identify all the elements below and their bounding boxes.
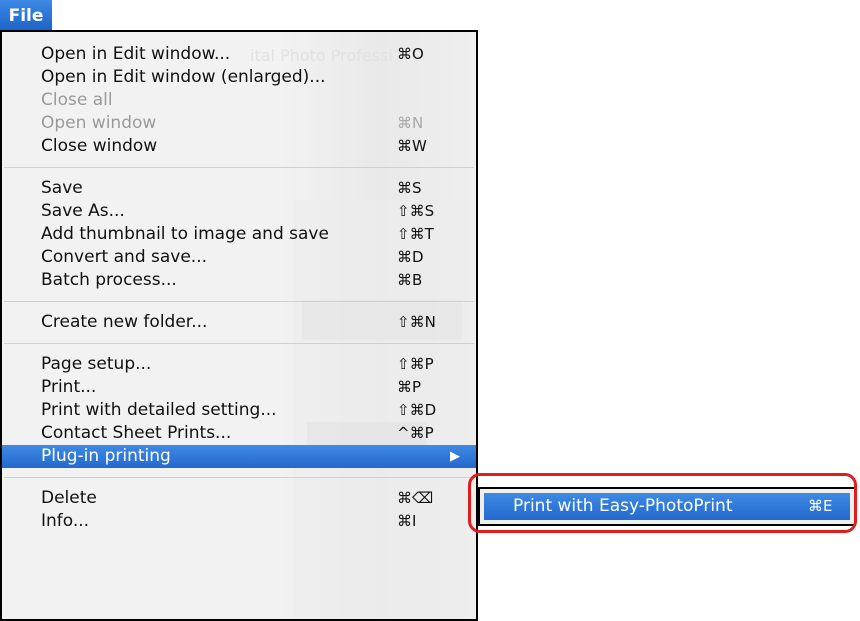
menu-item-label: Print with Easy-PhotoPrint: [513, 496, 733, 516]
menu-separator: [2, 158, 476, 177]
menu-item-label: Close window: [41, 136, 158, 156]
menu-item-label: Print with detailed setting...: [41, 400, 277, 420]
menu-item-shortcut: ⌘I: [397, 512, 417, 530]
menu-item-shortcut: ⌘B: [397, 271, 423, 289]
menu-separator: [2, 334, 476, 353]
menu-item-shortcut: ⇧⌘T: [397, 225, 434, 243]
file-menu: ital Photo Professi Open in Edit window.…: [0, 30, 478, 621]
menu-item-open-window: Open window ⌘N: [2, 112, 476, 135]
menu-item-label: Contact Sheet Prints...: [41, 423, 232, 443]
menu-item-print[interactable]: Print... ⌘P: [2, 376, 476, 399]
menu-item-label: Batch process...: [41, 270, 177, 290]
file-menu-title[interactable]: File: [0, 0, 52, 30]
menu-item-shortcut: ⌘S: [397, 179, 422, 197]
menu-item-plug-in-printing[interactable]: Plug-in printing ▶: [2, 445, 476, 468]
menu-item-open-in-edit-window[interactable]: Open in Edit window... ⌘O: [2, 43, 476, 66]
menu-item-label: Close all: [41, 90, 113, 110]
menu-item-label: Add thumbnail to image and save: [41, 224, 329, 244]
menu-item-save-as[interactable]: Save As... ⇧⌘S: [2, 200, 476, 223]
menu-item-label: Info...: [41, 511, 90, 531]
menu-item-page-setup[interactable]: Page setup... ⇧⌘P: [2, 353, 476, 376]
submenu-arrow-icon: ▶: [450, 449, 460, 464]
menu-item-shortcut: ⌘N: [397, 114, 424, 132]
menu-item-shortcut: ⌘D: [397, 248, 424, 266]
menu-item-close-all: Close all: [2, 89, 476, 112]
menu-item-label: Open window: [41, 113, 157, 133]
menu-item-print-with-detailed-setting[interactable]: Print with detailed setting... ⇧⌘D: [2, 399, 476, 422]
menu-item-shortcut: ⌘O: [397, 45, 424, 63]
plug-in-printing-submenu: Print with Easy-PhotoPrint ⌘E: [478, 487, 856, 526]
menu-item-shortcut: ⇧⌘P: [397, 355, 434, 373]
menu-item-open-in-edit-window-enlarged[interactable]: Open in Edit window (enlarged)...: [2, 66, 476, 89]
menu-item-label: Convert and save...: [41, 247, 208, 267]
menu-item-print-with-easy-photoprint[interactable]: Print with Easy-PhotoPrint ⌘E: [484, 493, 850, 520]
menu-item-label: Delete: [41, 488, 97, 508]
menu-item-shortcut: ⌘E: [808, 497, 833, 515]
menu-item-shortcut: ⌘W: [397, 137, 427, 155]
menu-item-delete[interactable]: Delete ⌘⌫: [2, 487, 476, 510]
menu-item-shortcut: ^⌘P: [397, 424, 434, 442]
menu-item-info[interactable]: Info... ⌘I: [2, 510, 476, 533]
menu-item-shortcut: ⇧⌘D: [397, 401, 437, 419]
menu-item-batch-process[interactable]: Batch process... ⌘B: [2, 269, 476, 292]
menu-item-add-thumbnail-to-image-and-save[interactable]: Add thumbnail to image and save ⇧⌘T: [2, 223, 476, 246]
menu-item-save[interactable]: Save ⌘S: [2, 177, 476, 200]
menu-separator: [2, 292, 476, 311]
menu-item-label: Save: [41, 178, 83, 198]
menu-item-label: Plug-in printing: [41, 446, 171, 466]
menu-item-contact-sheet-prints[interactable]: Contact Sheet Prints... ^⌘P: [2, 422, 476, 445]
menu-item-shortcut: ⇧⌘S: [397, 202, 435, 220]
menu-item-shortcut: ⇧⌘N: [397, 313, 436, 331]
menu-item-label: Create new folder...: [41, 312, 208, 332]
menu-item-create-new-folder[interactable]: Create new folder... ⇧⌘N: [2, 311, 476, 334]
menu-items: Open in Edit window... ⌘O Open in Edit win…: [2, 43, 476, 533]
menu-item-label: Save As...: [41, 201, 125, 221]
menu-item-label: Open in Edit window (enlarged)...: [41, 67, 326, 87]
menu-item-close-window[interactable]: Close window ⌘W: [2, 135, 476, 158]
menu-separator: [2, 468, 476, 487]
menu-item-convert-and-save[interactable]: Convert and save... ⌘D: [2, 246, 476, 269]
menu-item-shortcut: ⌘P: [397, 378, 422, 396]
menu-item-label: Page setup...: [41, 354, 152, 374]
menu-item-label: Open in Edit window...: [41, 44, 231, 64]
menu-item-label: Print...: [41, 377, 97, 397]
menu-item-shortcut: ⌘⌫: [397, 489, 434, 507]
